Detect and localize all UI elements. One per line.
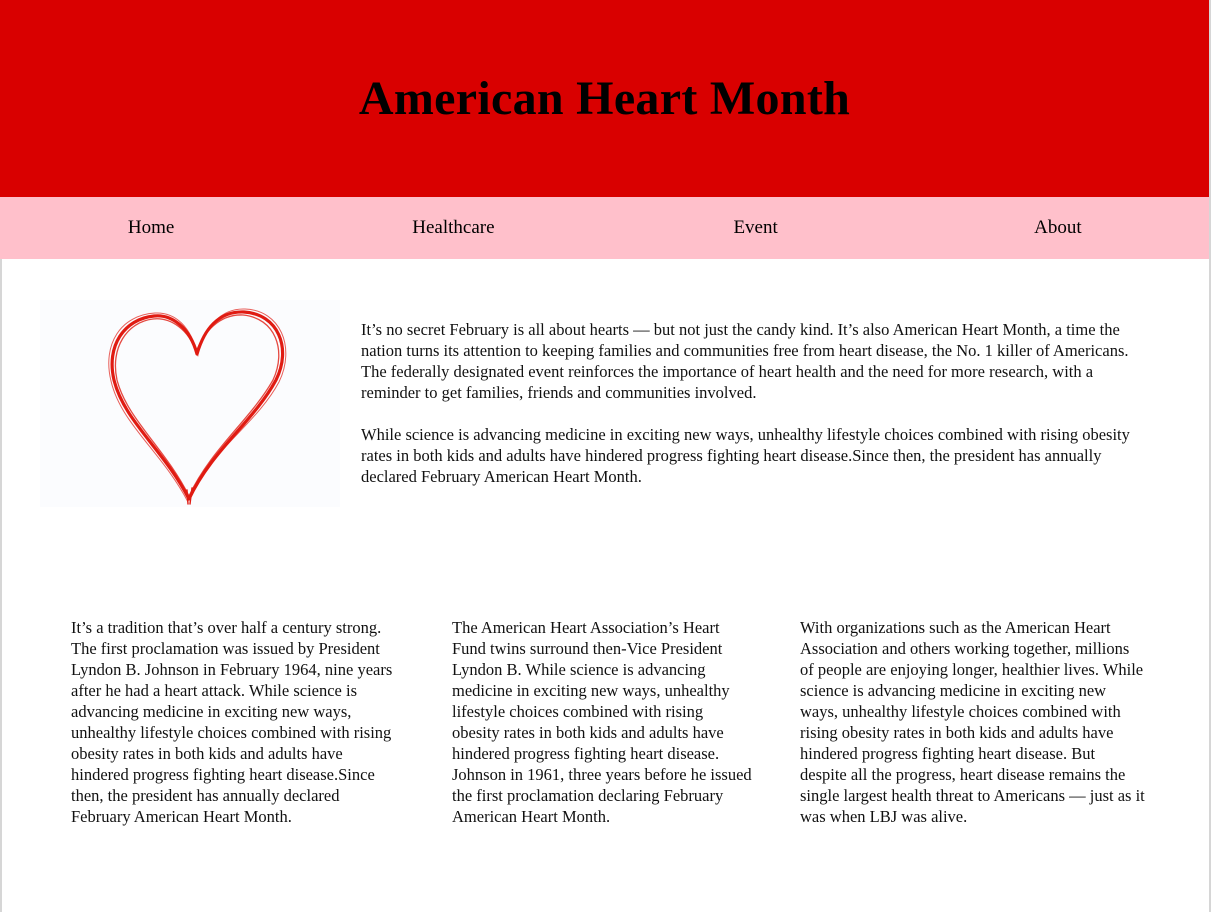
intro-section: It’s no secret February is all about hea… xyxy=(361,319,1153,508)
page-title: American Heart Month xyxy=(358,72,851,125)
heart-outline-icon xyxy=(108,308,287,505)
intro-paragraph: While science is advancing medicine in e… xyxy=(361,425,1130,486)
heart-fund-column: The American Heart Association’s Heart F… xyxy=(452,618,752,826)
nav-link-about[interactable]: About xyxy=(907,197,1209,259)
nav-link-event[interactable]: Event xyxy=(605,197,907,259)
intro-paragraph: It’s no secret February is all about hea… xyxy=(361,320,1129,402)
nav-link-healthcare[interactable]: Healthcare xyxy=(302,197,604,259)
history-column: It’s a tradition that’s over half a cent… xyxy=(71,618,393,826)
nav-link-home[interactable]: Home xyxy=(0,197,302,259)
main-nav: Home Healthcare Event About xyxy=(0,197,1209,259)
heart-image xyxy=(40,300,340,507)
header-banner: American Heart Month xyxy=(0,0,1209,197)
organizations-column: With organizations such as the American … xyxy=(800,618,1145,826)
